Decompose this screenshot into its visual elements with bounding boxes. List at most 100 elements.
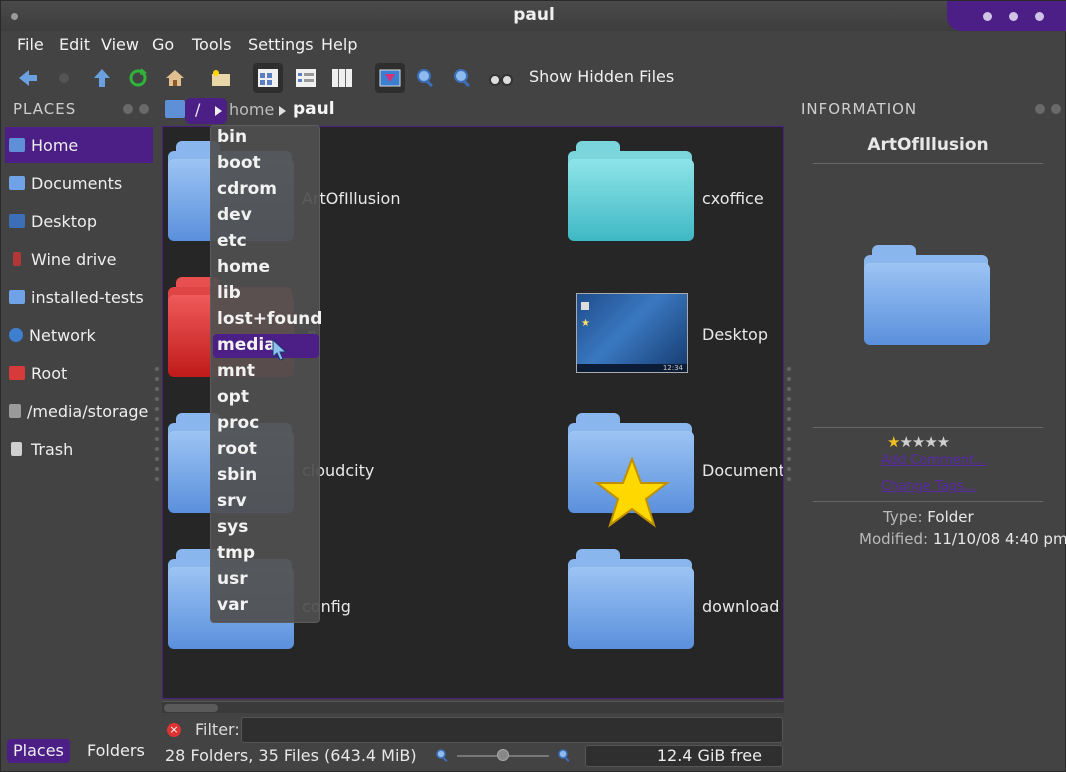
info-modified-label: Modified: bbox=[859, 530, 929, 548]
place-label: installed-tests bbox=[31, 287, 144, 307]
breadcrumb-root-label: / bbox=[195, 100, 201, 119]
menu-go[interactable]: Go bbox=[152, 35, 174, 54]
icons-view-button[interactable] bbox=[253, 63, 283, 93]
reload-button[interactable] bbox=[123, 63, 153, 93]
breadcrumb-current[interactable]: paul bbox=[293, 99, 335, 119]
tab-folders[interactable]: Folders bbox=[81, 739, 151, 763]
close-panel-icon[interactable] bbox=[1051, 104, 1061, 114]
folder-icon bbox=[568, 549, 694, 653]
back-button[interactable] bbox=[13, 63, 43, 93]
float-panel-icon[interactable] bbox=[123, 104, 133, 114]
dropdown-item-media[interactable]: media bbox=[213, 334, 319, 358]
dropdown-item-srv[interactable]: srv bbox=[213, 490, 319, 514]
dropdown-item-mnt[interactable]: mnt bbox=[213, 360, 319, 384]
place-trash[interactable]: Trash bbox=[5, 431, 153, 467]
add-comment-link[interactable]: Add Comment... bbox=[881, 453, 986, 468]
zoom-slider[interactable] bbox=[433, 743, 573, 767]
file-manager-window: paul File Edit View Go Tools Settings He… bbox=[0, 0, 1066, 772]
desktop-thumbnail: ★ 12:34 bbox=[576, 293, 688, 373]
splitter-handle[interactable] bbox=[787, 367, 791, 487]
file-item[interactable]: Document bbox=[568, 413, 783, 533]
show-hidden-files-button[interactable]: Show Hidden Files bbox=[529, 67, 674, 86]
rating-stars-rest[interactable]: ★★★★ bbox=[899, 433, 950, 451]
breadcrumb-home-icon[interactable] bbox=[165, 100, 185, 118]
menu-edit[interactable]: Edit bbox=[59, 35, 90, 54]
dropdown-item-etc[interactable]: etc bbox=[213, 230, 319, 254]
file-label: Desktop bbox=[702, 325, 768, 344]
change-tags-link[interactable]: Change Tags... bbox=[881, 479, 976, 494]
horizontal-scrollbar[interactable] bbox=[162, 701, 784, 713]
info-modified: Modified: 11/10/08 4:40 pm bbox=[859, 530, 1066, 548]
info-type-label: Type: bbox=[883, 508, 923, 526]
dropdown-item-opt[interactable]: opt bbox=[213, 386, 319, 410]
place-root[interactable]: Root bbox=[5, 355, 153, 391]
filter-input[interactable] bbox=[241, 717, 783, 743]
binoculars-icon bbox=[489, 74, 513, 86]
place-documents[interactable]: Documents bbox=[5, 165, 153, 201]
close-panel-icon[interactable] bbox=[139, 104, 149, 114]
dropdown-item-sys[interactable]: sys bbox=[213, 516, 319, 540]
clear-filter-icon[interactable]: × bbox=[167, 723, 181, 737]
scrollbar-thumb[interactable] bbox=[164, 704, 218, 712]
reload-icon bbox=[129, 68, 147, 87]
menu-file[interactable]: File bbox=[17, 35, 44, 54]
dropdown-item-bin[interactable]: bin bbox=[213, 126, 319, 150]
place-installed-tests[interactable]: installed-tests bbox=[5, 279, 153, 315]
dropdown-item-lib[interactable]: lib bbox=[213, 282, 319, 306]
zoom-in-icon[interactable] bbox=[557, 748, 573, 764]
breadcrumb-home[interactable]: home bbox=[229, 100, 274, 119]
menu-tools[interactable]: Tools bbox=[192, 35, 231, 54]
details-view-button[interactable] bbox=[291, 63, 321, 93]
file-item[interactable]: download bbox=[568, 549, 783, 659]
divider bbox=[813, 501, 1043, 502]
columns-view-button[interactable] bbox=[327, 63, 357, 93]
star-icon[interactable]: ★ bbox=[887, 433, 900, 451]
up-button[interactable] bbox=[87, 63, 117, 93]
status-bar: 28 Folders, 35 Files (643.4 MiB) 12.4 Gi… bbox=[163, 743, 783, 769]
place-media-storage[interactable]: /media/storage bbox=[5, 393, 153, 429]
find-button[interactable] bbox=[486, 63, 516, 93]
maximize-icon[interactable] bbox=[1009, 12, 1018, 21]
splitter-handle[interactable] bbox=[155, 367, 159, 487]
dropdown-item-tmp[interactable]: tmp bbox=[213, 542, 319, 566]
dropdown-item-home[interactable]: home bbox=[213, 256, 319, 280]
place-network[interactable]: Network bbox=[5, 317, 153, 353]
toolbar: Show Hidden Files bbox=[1, 61, 1066, 95]
dropdown-item-dev[interactable]: dev bbox=[213, 204, 319, 228]
file-item[interactable]: cxoffice bbox=[568, 141, 783, 251]
close-icon[interactable] bbox=[1035, 12, 1044, 21]
zoom-in-button[interactable] bbox=[411, 63, 441, 93]
zoom-knob[interactable] bbox=[497, 749, 509, 761]
dropdown-item-boot[interactable]: boot bbox=[213, 152, 319, 176]
float-panel-icon[interactable] bbox=[1035, 104, 1045, 114]
breadcrumb-root[interactable]: / bbox=[185, 98, 227, 124]
dropdown-item-var[interactable]: var bbox=[213, 594, 319, 618]
dropdown-item-cdrom[interactable]: cdrom bbox=[213, 178, 319, 202]
tab-places[interactable]: Places bbox=[7, 739, 70, 763]
trash-icon bbox=[11, 442, 22, 456]
place-home[interactable]: Home bbox=[5, 127, 153, 163]
dropdown-item-root[interactable]: root bbox=[213, 438, 319, 462]
rating-stars[interactable]: ★★★★★ bbox=[887, 433, 950, 451]
dropdown-item-lost-found[interactable]: lost+found bbox=[213, 308, 322, 332]
home-button[interactable] bbox=[160, 63, 190, 93]
dropdown-item-usr[interactable]: usr bbox=[213, 568, 319, 592]
place-desktop[interactable]: Desktop bbox=[5, 203, 153, 239]
dropdown-item-proc[interactable]: proc bbox=[213, 412, 319, 436]
zoom-out-icon[interactable] bbox=[435, 748, 451, 764]
minimize-icon[interactable] bbox=[983, 12, 992, 21]
wine-glass-icon bbox=[13, 252, 21, 266]
red-folder-icon bbox=[9, 366, 25, 380]
new-folder-button[interactable] bbox=[206, 63, 236, 93]
zoom-out-button[interactable] bbox=[448, 63, 478, 93]
place-wine-drive[interactable]: Wine drive bbox=[5, 241, 153, 277]
forward-button[interactable] bbox=[49, 63, 79, 93]
preview-button[interactable] bbox=[375, 63, 405, 93]
file-item[interactable]: ★ 12:34 Desktop bbox=[568, 277, 783, 387]
title-bar[interactable]: paul bbox=[1, 1, 1066, 31]
menu-settings[interactable]: Settings bbox=[248, 35, 314, 54]
menu-view[interactable]: View bbox=[101, 35, 139, 54]
dropdown-item-sbin[interactable]: sbin bbox=[213, 464, 319, 488]
menu-help[interactable]: Help bbox=[321, 35, 357, 54]
place-label: Trash bbox=[31, 439, 74, 459]
